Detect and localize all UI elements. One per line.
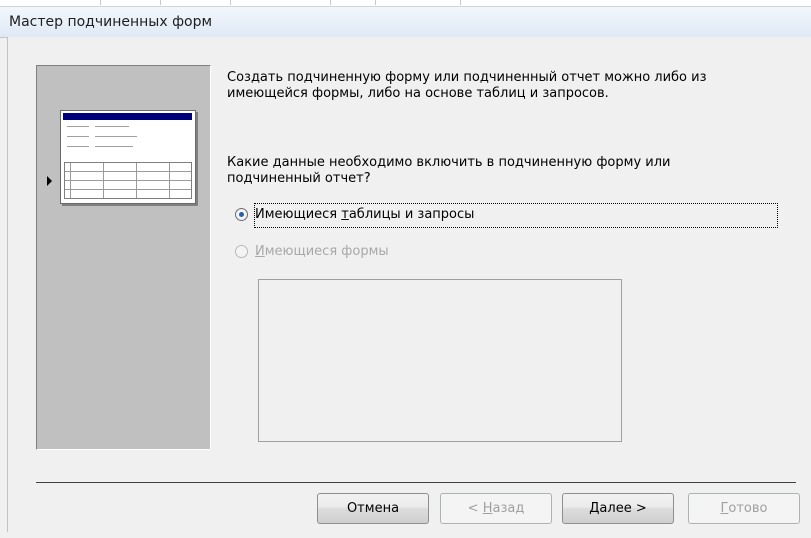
strip-tick xyxy=(375,0,376,5)
preview-field-line xyxy=(95,126,129,127)
next-button[interactable]: Далее > xyxy=(562,493,674,524)
grid-line xyxy=(136,163,137,198)
grid-line xyxy=(70,163,71,198)
preview-label-line xyxy=(67,136,89,137)
grid-line xyxy=(65,189,191,190)
radio-tables-queries-label[interactable]: Имеющиеся таблицы и запросы xyxy=(255,207,474,222)
subform-preview-icon xyxy=(60,110,196,204)
pointer-arrow-icon xyxy=(47,176,52,186)
preview-label-line xyxy=(67,146,89,147)
back-button: < Назад xyxy=(440,493,552,524)
finish-button: Готово xyxy=(688,493,800,524)
intro-text-line2: имеющейся формы, либо на основе таблиц и… xyxy=(227,86,609,101)
radio-checked-icon[interactable] xyxy=(235,208,248,221)
strip-tick xyxy=(230,0,231,5)
preview-titlebar xyxy=(63,113,192,120)
grid-line xyxy=(103,163,104,198)
question-text-line1: Какие данные необходимо включить в подчи… xyxy=(227,155,671,170)
title-bar[interactable]: Мастер подчиненных форм xyxy=(0,7,811,38)
button-separator xyxy=(36,482,796,483)
cancel-button[interactable]: Отмена xyxy=(317,493,429,524)
preview-field-line xyxy=(95,146,133,147)
window-title: Мастер подчиненных форм xyxy=(9,14,213,30)
radio-existing-forms-label: Имеющиеся формы xyxy=(255,244,389,259)
strip-tick xyxy=(460,0,461,5)
preview-datasheet xyxy=(64,162,192,199)
grid-line xyxy=(169,163,170,198)
strip-tick xyxy=(100,0,101,5)
grid-line xyxy=(65,180,191,181)
strip-tick xyxy=(330,0,331,5)
radio-unchecked-icon xyxy=(235,245,248,258)
forms-listbox xyxy=(258,279,622,442)
strip-tick xyxy=(160,0,161,5)
preview-label-line xyxy=(67,126,89,127)
question-text-line2: подчиненный отчет? xyxy=(227,171,371,186)
intro-text-line1: Создать подчиненную форму или подчиненны… xyxy=(227,70,707,85)
grid-line xyxy=(65,171,191,172)
preview-field-line xyxy=(95,136,137,137)
